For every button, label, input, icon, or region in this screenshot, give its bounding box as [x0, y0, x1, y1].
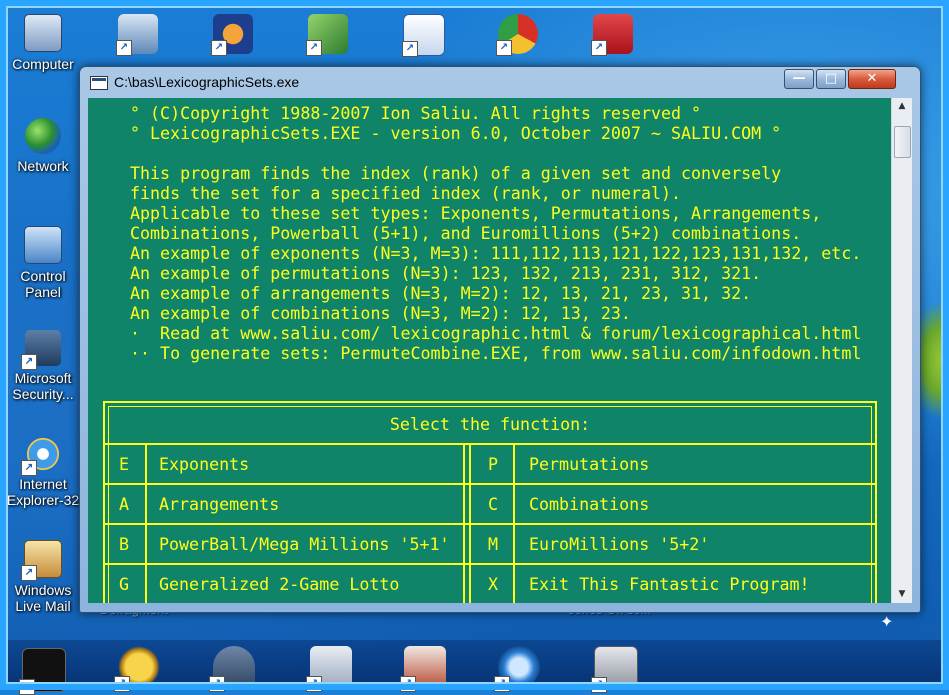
maximize-button[interactable]: □ [816, 69, 846, 89]
user-taskbar-icon[interactable]: ↗ [209, 646, 255, 692]
wallpaper-sparkle: ✦ [880, 612, 894, 631]
scroll-down-arrow-icon[interactable]: ▼ [892, 586, 912, 603]
window-titlebar[interactable]: C:\bas\LexicographicSets.exe — □ ✕ [80, 67, 920, 97]
menu-key[interactable]: C [488, 495, 498, 515]
scroll-up-arrow-icon[interactable]: ▲ [892, 98, 912, 115]
console-output[interactable]: ° (C)Copyright 1988-2007 Ion Saliu. All … [88, 98, 891, 603]
menu-divider [469, 443, 471, 603]
menu-divider [513, 443, 515, 603]
menu-option-exponents[interactable]: Exponents [159, 455, 249, 475]
console-line: Combinations, Powerball (5+1), and Eurom… [130, 224, 802, 243]
winmx-desktop-icon[interactable]: ↗ [116, 14, 158, 56]
console-line: An example of arrangements (N=3, M=2): 1… [130, 284, 752, 303]
console-window: C:\bas\LexicographicSets.exe — □ ✕ ° (C)… [79, 66, 921, 613]
shortcut-arrow-icon: ↗ [211, 40, 227, 56]
desktop-icon-windows-live-mail[interactable]: ↗ Windows Live Mail [4, 540, 82, 614]
computer-icon [24, 14, 62, 52]
desktop-icon-microsoft-security[interactable]: ↗ Microsoft Security... [4, 330, 82, 402]
console-line: · Read at www.saliu.com/ lexicographic.h… [130, 324, 862, 343]
vertical-scrollbar[interactable]: ▲ ▼ [891, 98, 912, 603]
menu-title: Select the function: [389, 415, 591, 434]
desktop-icon-control-panel[interactable]: Control Panel [4, 226, 82, 300]
console-app-icon [90, 76, 108, 90]
menu-option-exit[interactable]: Exit This Fantastic Program! [529, 575, 810, 595]
console-line: ° (C)Copyright 1988-2007 Ion Saliu. All … [130, 104, 702, 123]
console-line: An example of permutations (N=3): 123, 1… [130, 264, 762, 283]
adobe-reader-desktop-icon[interactable]: ↗ [591, 14, 633, 56]
console-line: This program finds the index (rank) of a… [130, 164, 782, 183]
desktop-icon-network[interactable]: Network [4, 118, 82, 174]
menu-key[interactable]: G [119, 575, 129, 595]
shortcut-arrow-icon: ↗ [402, 41, 418, 57]
menu-divider [145, 443, 147, 603]
cmd-taskbar-icon[interactable]: ↗ [19, 648, 66, 695]
desktop-icon-label: Internet Explorer-32 [6, 476, 80, 508]
shortcut-arrow-icon: ↗ [21, 565, 37, 581]
menu-key[interactable]: M [488, 535, 498, 555]
network-globe-icon [25, 118, 61, 154]
google-chrome-desktop-icon[interactable]: ↗ [496, 14, 538, 56]
menu-divider [105, 483, 875, 485]
menu-divider [463, 443, 465, 603]
console-line: finds the set for a specified index (ran… [130, 184, 682, 203]
toolbox-taskbar-icon[interactable]: ↗ [400, 646, 446, 692]
maximize-icon: □ [824, 71, 838, 86]
desktop-icon-label: Windows Live Mail [14, 582, 72, 614]
minimize-button[interactable]: — [784, 69, 814, 89]
mail-icon: ↗ [21, 540, 62, 581]
shortcut-arrow-icon: ↗ [116, 40, 132, 56]
shortcut-arrow-icon: ↗ [19, 679, 35, 695]
desktop-icon-label: Network [17, 158, 69, 174]
menu-option-euromillions[interactable]: EuroMillions '5+2' [529, 535, 709, 555]
document-taskbar-icon[interactable]: ↗ [306, 646, 352, 692]
menu-divider [105, 443, 875, 445]
menu-option-combinations[interactable]: Combinations [529, 495, 649, 515]
shortcut-arrow-icon: ↗ [591, 677, 607, 693]
desktop-icon-label: Computer [12, 56, 74, 72]
desktop-icon-computer[interactable]: Computer [4, 14, 82, 72]
menu-option-arrangements[interactable]: Arrangements [159, 495, 279, 515]
menu-key[interactable]: X [488, 575, 498, 595]
control-panel-icon [24, 226, 62, 264]
shortcut-arrow-icon: ↗ [21, 354, 37, 370]
menu-divider [105, 523, 875, 525]
console-line: An example of exponents (N=3, M=3): 111,… [130, 244, 862, 263]
desktop-icon-label: Control Panel [20, 268, 66, 300]
menu-option-permutations[interactable]: Permutations [529, 455, 649, 475]
menu-divider [105, 563, 875, 565]
internet-explorer-icon: ↗ [21, 436, 61, 476]
menu-key[interactable]: E [119, 455, 129, 475]
shortcut-arrow-icon: ↗ [591, 40, 607, 56]
console-line: An example of combinations (N=3, M=2): 1… [130, 304, 631, 323]
console-line: ·· To generate sets: PermuteCombine.EXE,… [130, 344, 862, 363]
menu-option-generalized-lotto[interactable]: Generalized 2-Game Lotto [159, 575, 399, 595]
word-2007-desktop-icon[interactable]: ↗ [402, 14, 445, 57]
scrollbar-thumb[interactable] [894, 126, 911, 158]
close-button[interactable]: ✕ [848, 69, 896, 89]
shortcut-arrow-icon: ↗ [306, 40, 322, 56]
menu-key[interactable]: B [119, 535, 129, 555]
menu-option-powerball[interactable]: PowerBall/Mega Millions '5+1' [159, 535, 450, 555]
shortcut-arrow-icon: ↗ [21, 460, 37, 476]
console-line: ° LexicographicSets.EXE - version 6.0, O… [130, 124, 782, 143]
menu-key[interactable]: P [488, 455, 498, 475]
security-castle-icon: ↗ [21, 330, 61, 370]
desktop-icon-internet-explorer[interactable]: ↗ Internet Explorer-32 [4, 436, 82, 508]
close-icon: ✕ [866, 71, 878, 86]
window-title: C:\bas\LexicographicSets.exe [114, 74, 300, 90]
copyit-desktop-icon[interactable]: ↗ [306, 14, 348, 56]
browser-taskbar-icon[interactable]: ↗ [494, 646, 540, 692]
settings-gear-taskbar-icon[interactable]: ↗ [114, 646, 160, 692]
audacity-desktop-icon[interactable]: ↗ [211, 14, 253, 56]
minimize-icon: — [792, 71, 806, 86]
solution-taskbar-icon[interactable]: ↗ [591, 646, 638, 693]
desktop-icon-label: Microsoft Security... [12, 370, 74, 402]
console-line: Applicable to these set types: Exponents… [130, 204, 822, 223]
shortcut-arrow-icon: ↗ [496, 40, 512, 56]
menu-key[interactable]: A [119, 495, 129, 515]
function-menu: Select the function: E Exponents A Arran… [103, 401, 877, 603]
